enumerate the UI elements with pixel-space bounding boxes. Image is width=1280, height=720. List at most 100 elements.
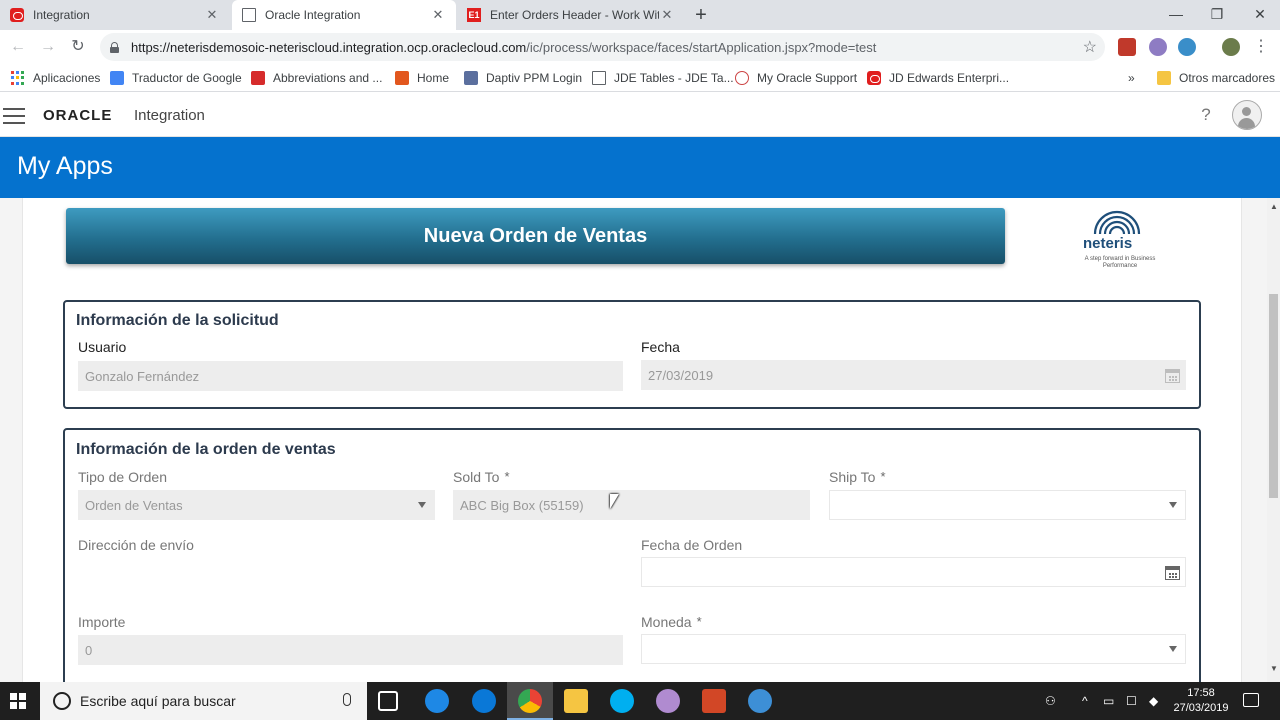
- snipping-tool-icon[interactable]: [656, 689, 680, 713]
- extension-icon[interactable]: [1149, 38, 1167, 56]
- people-icon[interactable]: ⚇: [1045, 694, 1056, 708]
- extension-icon[interactable]: [1178, 38, 1196, 56]
- reload-button[interactable]: ↻: [67, 36, 89, 58]
- profile-avatar-icon[interactable]: [1222, 38, 1240, 56]
- ship-to-label-text: Ship To: [829, 469, 876, 485]
- calendar-icon[interactable]: [1165, 566, 1180, 580]
- taskbar-search-box[interactable]: Escribe aquí para buscar: [40, 682, 367, 720]
- battery-icon[interactable]: ▭: [1103, 694, 1114, 708]
- oracle-logo: ORACLE: [43, 107, 113, 124]
- bookmark-label: JD Edwards Enterpri...: [889, 71, 1010, 85]
- vertical-scrollbar[interactable]: ▲ ▼: [1267, 198, 1280, 682]
- tab-enter-orders-header[interactable]: E1 Enter Orders Header - Work With ✕: [457, 0, 685, 30]
- clock-date: 27/03/2019: [1173, 702, 1229, 714]
- notifications-icon[interactable]: [1243, 693, 1259, 707]
- tab-title: Enter Orders Header - Work With: [490, 8, 659, 22]
- importe-label: Importe: [78, 614, 126, 630]
- close-tab-icon[interactable]: ✕: [430, 7, 446, 23]
- office-icon: [395, 71, 409, 85]
- oracle-icon: [10, 8, 24, 22]
- edge-icon[interactable]: [472, 689, 496, 713]
- ship-to-label: Ship To *: [829, 469, 886, 485]
- moneda-select[interactable]: [641, 634, 1186, 664]
- other-bookmarks[interactable]: Otros marcadores: [1157, 69, 1275, 87]
- address-bar-row: ← → ↻ https://neterisdemosoic-neterisclo…: [0, 30, 1280, 64]
- taskbar-clock[interactable]: 17:58 27/03/2019: [1170, 686, 1232, 716]
- hamburger-menu-icon[interactable]: [3, 108, 25, 124]
- bookmark-label: JDE Tables - JDE Ta...: [614, 71, 734, 85]
- bookmark-star-icon[interactable]: ☆: [1083, 37, 1097, 57]
- bookmark-traductor[interactable]: Traductor de Google: [110, 69, 242, 87]
- tab-title: Oracle Integration: [265, 8, 361, 22]
- fecha-orden-field[interactable]: [641, 557, 1186, 587]
- section-title-solicitud: Información de la solicitud: [76, 312, 279, 329]
- bookmark-aplicaciones[interactable]: Aplicaciones: [11, 69, 100, 87]
- scroll-down-icon[interactable]: ▼: [1270, 664, 1278, 673]
- bookmark-daptiv[interactable]: Daptiv PPM Login: [464, 69, 582, 87]
- page-icon: [592, 71, 606, 85]
- microphone-icon[interactable]: [343, 693, 351, 706]
- tipo-orden-select: Orden de Ventas: [78, 490, 435, 520]
- file-explorer-icon[interactable]: [564, 689, 588, 713]
- close-window-button[interactable]: ✕: [1240, 3, 1280, 25]
- bookmark-abbreviations[interactable]: Abbreviations and ...: [251, 69, 382, 87]
- help-icon[interactable]: ?: [1198, 105, 1214, 127]
- neteris-tagline: A step forward in Business Performance: [1084, 256, 1156, 269]
- bookmark-home[interactable]: Home: [395, 69, 449, 87]
- bookmarks-overflow-button[interactable]: »: [1128, 69, 1135, 87]
- tab-oracle-integration[interactable]: Oracle Integration ✕: [232, 0, 456, 30]
- scroll-up-icon[interactable]: ▲: [1270, 202, 1278, 211]
- sold-to-label: Sold To *: [453, 469, 510, 485]
- powerpoint-icon[interactable]: [702, 689, 726, 713]
- af-icon: [251, 71, 265, 85]
- chevron-down-icon: [418, 502, 426, 508]
- snowflake-app-icon[interactable]: [748, 689, 772, 713]
- tipo-orden-value: Orden de Ventas: [85, 498, 183, 513]
- section-title-orden: Información de la orden de ventas: [76, 441, 336, 458]
- network-icon[interactable]: ☐: [1126, 694, 1137, 708]
- fecha-field: 27/03/2019: [641, 360, 1186, 390]
- bookmarks-bar: Aplicaciones Traductor de Google Abbrevi…: [0, 64, 1280, 92]
- ship-to-select[interactable]: [829, 490, 1186, 520]
- cortana-icon: [53, 692, 71, 710]
- moneda-label-text: Moneda: [641, 614, 692, 630]
- app-header: ORACLE Integration ?: [0, 95, 1280, 137]
- scrollbar-thumb[interactable]: [1269, 294, 1278, 498]
- internet-explorer-icon[interactable]: [425, 689, 449, 713]
- my-apps-banner: My Apps: [0, 137, 1280, 198]
- url-host: https://neterisdemosoic-neteriscloud.int…: [131, 39, 527, 55]
- close-tab-icon[interactable]: ✕: [659, 7, 675, 23]
- required-mark: *: [504, 469, 510, 484]
- restore-button[interactable]: ❐: [1197, 3, 1237, 25]
- back-button[interactable]: ←: [7, 36, 29, 58]
- windows-start-icon[interactable]: [10, 693, 26, 709]
- chrome-menu-icon[interactable]: ⋮: [1250, 36, 1272, 58]
- task-view-icon[interactable]: [378, 691, 398, 711]
- user-avatar[interactable]: [1232, 100, 1262, 130]
- url-bar[interactable]: https://neterisdemosoic-neteriscloud.int…: [100, 33, 1105, 61]
- close-tab-icon[interactable]: ✕: [204, 7, 220, 23]
- chrome-icon[interactable]: [518, 689, 542, 713]
- bookmark-label: Otros marcadores: [1179, 71, 1276, 85]
- e1-icon: E1: [467, 8, 481, 22]
- windows-taskbar: Escribe aquí para buscar ⚇ ^ ▭ ☐ ◆ 17:58…: [0, 682, 1280, 720]
- bookmark-label: Daptiv PPM Login: [486, 71, 583, 85]
- bookmark-jd-edwards[interactable]: JD Edwards Enterpri...: [867, 69, 1009, 87]
- minimize-button[interactable]: —: [1156, 3, 1196, 25]
- fecha-orden-label: Fecha de Orden: [641, 537, 743, 553]
- dropbox-icon[interactable]: ◆: [1149, 694, 1158, 708]
- bookmark-my-oracle-support[interactable]: My Oracle Support: [735, 69, 857, 87]
- forward-button[interactable]: →: [37, 36, 59, 58]
- new-tab-button[interactable]: +: [690, 4, 712, 26]
- skype-icon[interactable]: [610, 689, 634, 713]
- form-title-banner: Nueva Orden de Ventas: [66, 208, 1005, 264]
- show-hidden-icons-icon[interactable]: ^: [1082, 694, 1088, 708]
- browser-tab-strip: Integration ✕ Oracle Integration ✕ E1 En…: [0, 0, 1280, 30]
- usuario-label: Usuario: [78, 339, 127, 355]
- bookmark-jde-tables[interactable]: JDE Tables - JDE Ta...: [592, 69, 734, 87]
- tab-integration[interactable]: Integration ✕: [0, 0, 230, 30]
- acrobat-extension-icon[interactable]: [1118, 38, 1136, 56]
- page-title: My Apps: [17, 152, 113, 180]
- tipo-orden-label: Tipo de Orden: [78, 469, 167, 485]
- taskbar-search-placeholder: Escribe aquí para buscar: [80, 693, 236, 709]
